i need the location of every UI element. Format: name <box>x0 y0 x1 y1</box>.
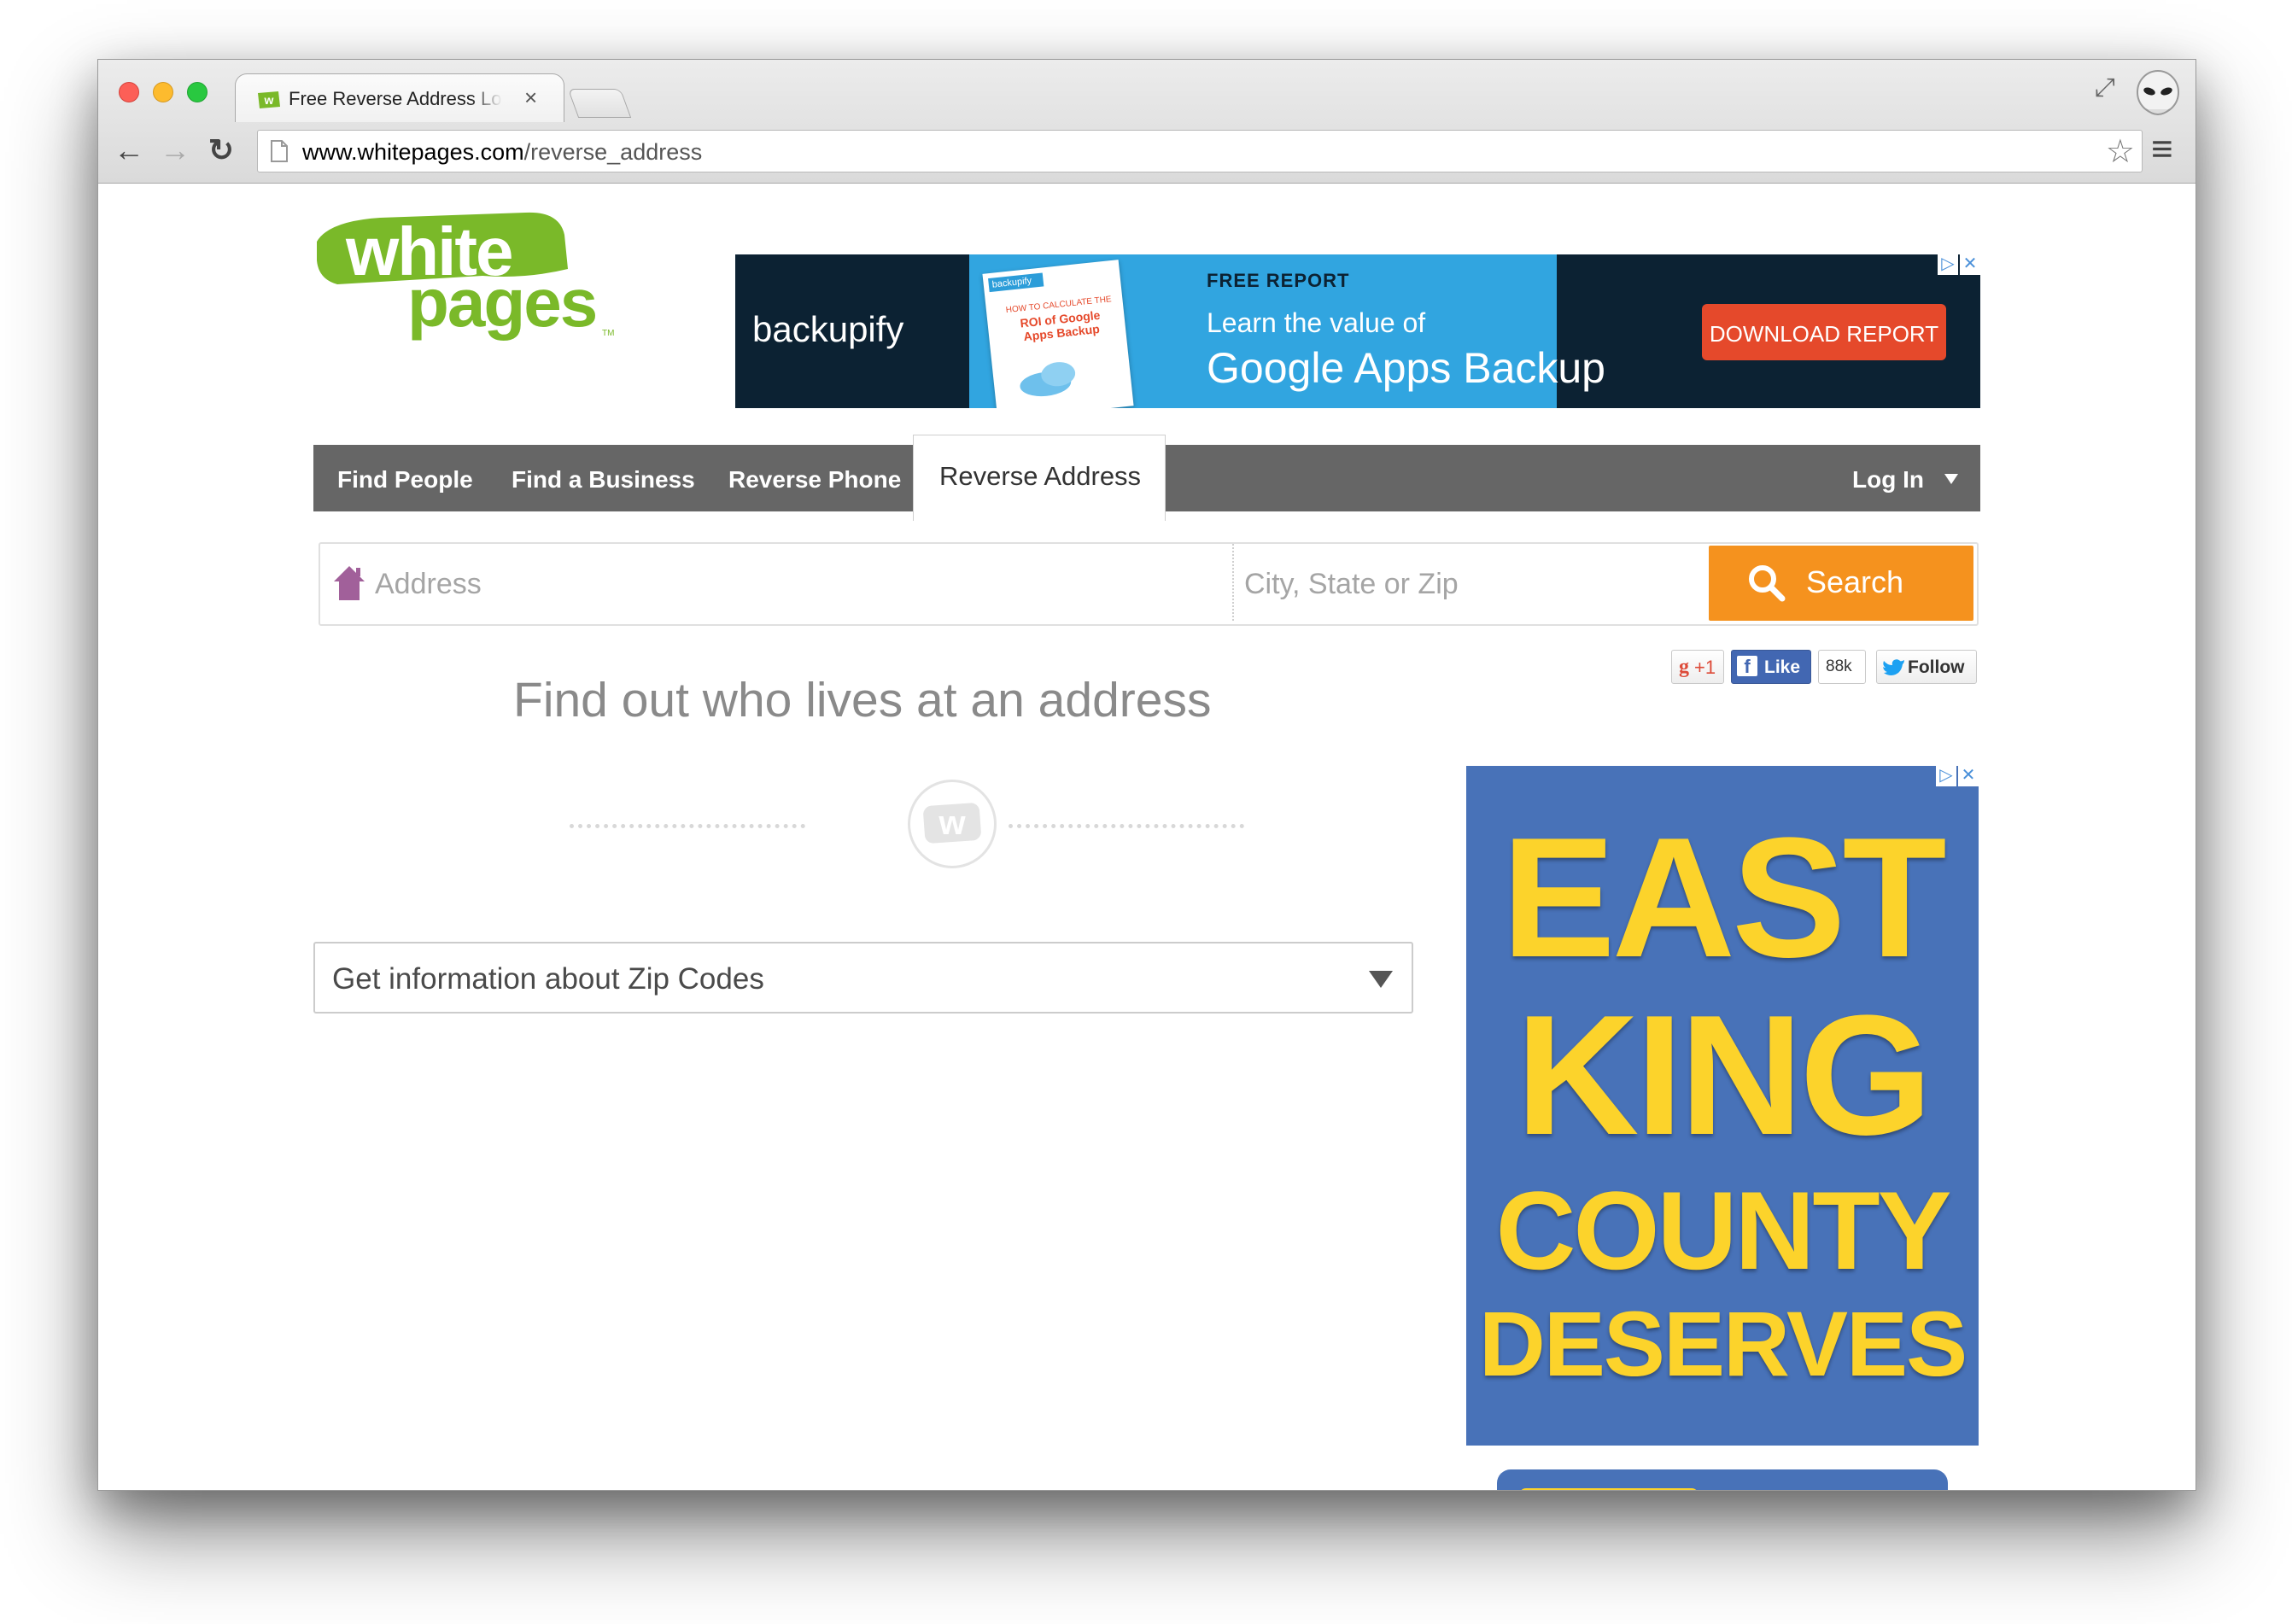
new-tab-button[interactable] <box>567 89 632 118</box>
dotted-divider-right <box>1009 824 1244 828</box>
ad-line2: Google Apps Backup <box>1207 344 1605 392</box>
ad-side-line5: MOVE <box>1722 1480 1924 1490</box>
field-divider <box>1232 544 1234 621</box>
tab-title: Free Reverse Address Lookup <box>289 88 502 109</box>
zip-codes-dropdown[interactable]: Get information about Zip Codes <box>313 942 1413 1014</box>
google-g-icon: g <box>1679 656 1689 678</box>
whitepages-favicon-icon: w <box>258 91 280 108</box>
nav-reverse-phone[interactable]: Reverse Phone <box>728 466 901 494</box>
reload-button[interactable]: ↻ <box>204 133 238 167</box>
ad-doc-brand: backupify <box>988 272 1044 293</box>
browser-window: w Free Reverse Address Lookup × ⤢ ← → ↻ … <box>97 59 2196 1491</box>
nav-login[interactable]: Log In <box>1852 466 1924 494</box>
ad-side-sign-icon <box>1519 1488 1699 1490</box>
twitter-follow-button[interactable]: Follow <box>1876 650 1977 684</box>
facebook-like-count: 88k <box>1818 650 1866 684</box>
ad-close-icon[interactable]: ✕ <box>1960 254 1980 275</box>
side-ad-close-icon[interactable]: ✕ <box>1958 766 1979 786</box>
whitepages-logo[interactable]: white pages TM <box>312 201 619 346</box>
svg-text:w: w <box>264 93 274 107</box>
cloud-icon <box>1020 362 1076 397</box>
ad-brand-backupify: backupify <box>752 309 904 349</box>
city-state-zip-input[interactable]: City, State or Zip <box>1244 568 1459 601</box>
facebook-f-icon: f <box>1737 656 1757 677</box>
url-host: www.whitepages.com <box>302 139 524 165</box>
dropdown-caret-icon <box>1369 971 1393 988</box>
ad-side-line3: COUNTY <box>1495 1168 1952 1293</box>
nav-find-people[interactable]: Find People <box>337 466 473 494</box>
adchoices-icon[interactable]: ▷ <box>1938 254 1958 275</box>
top-banner-ad[interactable]: backupify backupify HOW TO CALCULATE THE… <box>735 254 1980 408</box>
search-button-label: Search <box>1806 564 1904 599</box>
magnifier-icon <box>1749 565 1786 602</box>
nav-reverse-address-label: Reverse Address <box>939 461 1142 491</box>
url-text: www.whitepages.com/reverse_address <box>302 139 702 166</box>
ad-side-line1: EAST <box>1501 803 1946 993</box>
nav-reverse-address-tab[interactable]: Reverse Address <box>913 435 1166 521</box>
twitter-bird-icon <box>1883 659 1904 675</box>
facebook-like-button[interactable]: f Like <box>1731 650 1811 684</box>
ad-side-line2: KING <box>1516 980 1932 1171</box>
ad-report-cover: backupify HOW TO CALCULATE THE ROI of Go… <box>982 260 1134 408</box>
zoom-window-button[interactable] <box>187 82 208 102</box>
page-document-icon <box>271 140 288 162</box>
gplus-label: +1 <box>1694 657 1716 678</box>
minimize-window-button[interactable] <box>153 82 173 102</box>
forward-button[interactable]: → <box>158 133 192 167</box>
logo-word-pages: pages <box>407 265 598 341</box>
chrome-menu-icon[interactable]: ≡ <box>2151 128 2173 171</box>
page-tagline: Find out who lives at an address <box>513 673 1212 727</box>
back-button[interactable]: ← <box>112 133 146 167</box>
google-plus-button[interactable]: g +1 <box>1671 650 1724 684</box>
ad-side-move-panel: MOVE <box>1497 1469 1948 1490</box>
login-caret-icon[interactable] <box>1944 474 1958 484</box>
fb-like-label: Like <box>1764 657 1801 677</box>
tw-follow-label: Follow <box>1908 657 1965 677</box>
search-button[interactable]: Search <box>1709 546 1973 621</box>
ad-line1: Learn the value of <box>1207 307 1426 338</box>
fullscreen-icon[interactable]: ⤢ <box>2095 73 2115 102</box>
ad-download-button[interactable]: DOWNLOAD REPORT <box>1702 304 1946 360</box>
webpage: white pages TM backupify backupify HOW T… <box>98 184 2196 1490</box>
fb-count-label: 88k <box>1826 657 1852 675</box>
home-icon <box>334 566 365 600</box>
w-badge-icon: w <box>908 780 997 868</box>
side-banner-ad[interactable]: EAST KING COUNTY DESERVES MOVE ▷ ✕ <box>1466 766 1979 1490</box>
ad-side-line4: DESERVES <box>1478 1292 1967 1395</box>
tab-close-icon[interactable]: × <box>524 85 537 111</box>
browser-tab[interactable]: w Free Reverse Address Lookup × <box>235 73 564 122</box>
browser-toolbar: w Free Reverse Address Lookup × ⤢ ← → ↻ … <box>98 60 2196 184</box>
ad-kicker: FREE REPORT <box>1207 270 1350 291</box>
user-avatar-alien-icon[interactable] <box>2134 70 2182 120</box>
bookmark-star-icon[interactable]: ☆ <box>2106 132 2135 171</box>
nav-find-business[interactable]: Find a Business <box>512 466 695 494</box>
address-input[interactable]: Address <box>375 568 482 601</box>
zip-codes-dropdown-label: Get information about Zip Codes <box>332 962 764 996</box>
close-window-button[interactable] <box>119 82 139 102</box>
ad-cta-label: DOWNLOAD REPORT <box>1709 321 1939 347</box>
url-path: /reverse_address <box>523 139 703 165</box>
address-bar[interactable]: www.whitepages.com/reverse_address ☆ <box>257 130 2143 172</box>
logo-trademark: TM <box>602 329 615 338</box>
dotted-divider-left <box>570 824 805 828</box>
side-adchoices-icon[interactable]: ▷ <box>1936 766 1956 786</box>
